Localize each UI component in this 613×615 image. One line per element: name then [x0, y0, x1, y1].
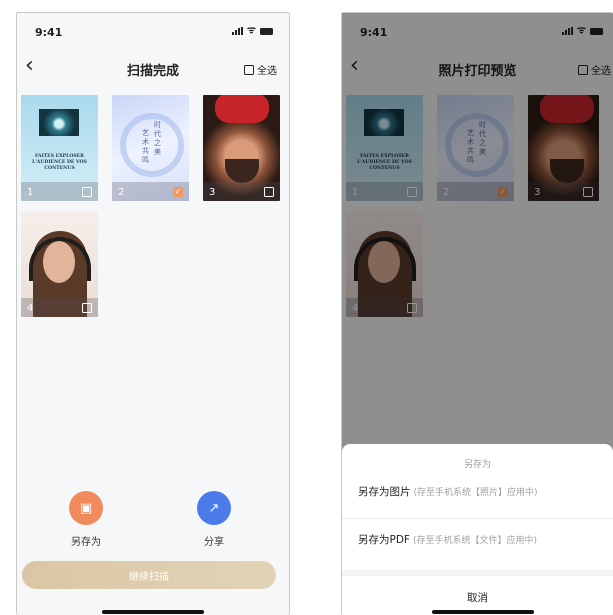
- status-bar: 9:41 ᯤ: [17, 13, 289, 49]
- thumbnail-1[interactable]: FAITES EXPLOSER L'AUDIENCE DE VOS CONTEN…: [21, 95, 98, 201]
- print-preview-screen: 9:41 ᯤ ‹ 照片打印预览 全选 FAITES EXPLOSER L'AUD…: [341, 12, 613, 615]
- select-all-label: 全选: [257, 66, 277, 77]
- vertical-text: 时代之美: [154, 121, 161, 156]
- continue-scan-button[interactable]: 继续扫描: [22, 561, 276, 589]
- select-all-toggle[interactable]: 全选: [244, 62, 277, 77]
- option-label: 另存为图片: [358, 486, 411, 498]
- thumbnail-checkbox[interactable]: [264, 187, 274, 197]
- thumbnail-4[interactable]: 4: [21, 211, 98, 317]
- thumbnail-number: 4: [27, 303, 34, 314]
- decorative-ring: [120, 113, 184, 177]
- status-time: 9:41: [35, 26, 63, 39]
- save-as-image-option[interactable]: 另存为图片 (存至手机系统【照片】应用中): [358, 484, 613, 499]
- option-hint: (存至手机系统【文件】应用中): [412, 536, 537, 546]
- thumbnail-checkbox[interactable]: [82, 187, 92, 197]
- share-icon: ↗: [197, 491, 231, 525]
- beard: [225, 159, 259, 183]
- thumbnail-number: 1: [27, 187, 34, 198]
- thumbnail-checkbox[interactable]: [82, 303, 92, 313]
- thumbnail-number: 3: [209, 187, 216, 198]
- option-label: 另存为PDF: [358, 534, 410, 546]
- option-hint: (存至手机系统【照片】应用中): [413, 488, 538, 498]
- home-indicator: [432, 610, 534, 614]
- system-icons: ᯤ: [231, 25, 273, 36]
- battery-icon: [260, 27, 273, 35]
- thumbnail-number: 2: [118, 187, 125, 198]
- scan-complete-screen: 9:41 ᯤ ‹ 扫描完成 全选 FAITES EXPLOSER L'AUDIE…: [16, 12, 290, 615]
- thumbnail-2[interactable]: 时代之美 艺术共鸣 2 ✓: [112, 95, 189, 201]
- nav-bar: ‹ 扫描完成 全选: [17, 51, 289, 83]
- save-as-pdf-option[interactable]: 另存为PDF (存至手机系统【文件】应用中): [358, 532, 613, 547]
- divider: [342, 570, 613, 576]
- save-as-button[interactable]: ▣ 另存为: [51, 491, 121, 548]
- vertical-text: 艺术共鸣: [142, 129, 149, 164]
- home-indicator: [102, 610, 204, 614]
- save-as-action-sheet: 另存为 另存为图片 (存至手机系统【照片】应用中) 另存为PDF (存至手机系统【文…: [342, 444, 613, 615]
- signal-icon: [231, 27, 243, 35]
- image-save-icon: ▣: [69, 491, 103, 525]
- share-label: 分享: [204, 537, 224, 548]
- thumbnail-3[interactable]: 3: [203, 95, 280, 201]
- poster-artwork: [39, 109, 79, 136]
- cancel-button[interactable]: 取消: [342, 590, 613, 605]
- red-beanie: [215, 95, 269, 123]
- share-button[interactable]: ↗ 分享: [179, 491, 249, 548]
- sheet-title: 另存为: [463, 460, 491, 470]
- thumbnail-checkbox-checked[interactable]: ✓: [173, 187, 183, 197]
- poster-caption: FAITES EXPLOSER L'AUDIENCE DE VOS CONTEN…: [32, 154, 87, 171]
- save-as-label: 另存为: [71, 537, 101, 548]
- divider: [342, 518, 613, 519]
- wifi-icon: ᯤ: [246, 25, 256, 36]
- checkbox-icon: [244, 64, 254, 75]
